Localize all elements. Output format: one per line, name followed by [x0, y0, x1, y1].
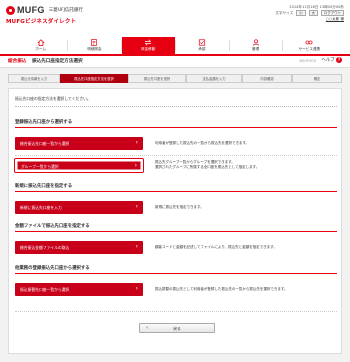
- nav-service[interactable]: サービス連携: [283, 37, 336, 54]
- row-description: 振込先グループ一覧からグループを選択できます。 選択されたグループに所属する全口…: [155, 160, 259, 170]
- logo: MUFG 三菱UFJ信託銀行 MUFGビジネスダイレクト: [6, 5, 83, 25]
- mufg-logo-icon: [6, 5, 15, 15]
- step-4: 支払金額を入力: [186, 74, 242, 83]
- page-category: 総合振込: [8, 59, 27, 64]
- main-panel: 振込先口座の指定方法を選択してください。 登録振込先口座から選択する 総合振込先…: [8, 88, 342, 354]
- document-icon: [91, 39, 98, 46]
- page-titlebar: 総合振込 振込先口座指定方法選択 BSOF003 ヘルプ ?: [0, 54, 350, 68]
- step-3: 振込先口座を選択: [128, 74, 186, 83]
- text-size-label: 文字サイズ: [275, 11, 294, 15]
- nav-label: 明細照会: [87, 47, 102, 51]
- service-icon: [305, 40, 313, 45]
- back-button-label: 戻る: [173, 326, 181, 331]
- service-name: MUFGビジネスダイレクト: [6, 19, 77, 25]
- intro-text: 振込先口座の指定方法を選択してください。: [15, 96, 91, 101]
- step-5: 内容確認: [242, 74, 292, 83]
- nav-approval[interactable]: 承認: [175, 37, 228, 54]
- approval-icon: [198, 39, 205, 46]
- logo-text: MUFG: [17, 5, 45, 15]
- step-1: 振込元情報を入力: [8, 74, 60, 83]
- nav-label: 承認: [198, 47, 206, 51]
- screen-id: BSOF003: [299, 59, 316, 63]
- help-label: ヘルプ: [321, 58, 335, 63]
- bank-name: 三菱UFJ信託銀行: [48, 8, 83, 13]
- home-icon: [37, 39, 45, 46]
- section-heading: 登録振込先口座から選択する: [15, 119, 337, 128]
- amount-file-import-button[interactable]: 総合振込金額ファイルの取込: [15, 241, 143, 254]
- admin-icon: [252, 39, 259, 46]
- page-title: 振込先口座指定方法選択: [32, 59, 83, 64]
- text-size-large-button[interactable]: 大: [308, 10, 319, 16]
- transfer-payee-list-button[interactable]: 振込振替先口座一覧から選択: [15, 283, 143, 296]
- section-heading: 金額ファイルで振込先口座を指定する: [15, 223, 337, 232]
- section-heading: 他業務の登録振込先口座から選択する: [15, 265, 337, 274]
- help-link[interactable]: ヘルプ ?: [321, 57, 342, 63]
- user-name-link[interactable]: ○○太郎 様: [326, 16, 344, 22]
- nav-label: 資金移動: [140, 47, 156, 51]
- row-description-line: 選択されたグループに所属する全口座を振込先として指定します。: [155, 164, 260, 169]
- row-description: 利用者が登録した振込先の一覧から振込先を選択できます。: [155, 141, 250, 145]
- section-heading: 新規に振込先口座を指定する: [15, 183, 337, 192]
- nav-label: サービス連携: [298, 47, 321, 51]
- row-description: 顧客コードと金額を記述してファイルにより、振込先と金額を指定できます。: [155, 245, 277, 249]
- registered-payee-list-button[interactable]: 総合振込先口座一覧から選択: [15, 137, 143, 150]
- new-payee-input-button[interactable]: 新規に振込先口座を入力: [15, 201, 143, 214]
- nav-label: 管理: [252, 47, 260, 51]
- nav-admin[interactable]: 管理: [229, 37, 282, 54]
- back-button[interactable]: ‹ 戻る: [139, 323, 215, 333]
- step-indicator: 振込元情報を入力 振込先口座指定方法を選択 振込先口座を選択 支払金額を入力 内…: [8, 74, 342, 83]
- nav-label: ホーム: [35, 47, 46, 51]
- step-2: 振込先口座指定方法を選択: [60, 74, 128, 83]
- nav-transfer[interactable]: 資金移動: [121, 37, 175, 54]
- text-size-small-button[interactable]: 小: [296, 10, 306, 16]
- help-icon: ?: [336, 57, 342, 63]
- row-description: 振込振替の振込先として利用者が登録した振込先の一覧から振込先を選択できます。: [155, 287, 288, 291]
- nav-statements[interactable]: 明細照会: [68, 37, 121, 54]
- chevron-left-icon: ‹: [146, 325, 148, 331]
- nav-home[interactable]: ホーム: [14, 37, 67, 54]
- utility-area: 2014年11月18日 13時00分00秒 文字サイズ 小 大 ログアウト ○○…: [275, 4, 344, 22]
- header: MUFG 三菱UFJ信託銀行 MUFGビジネスダイレクト 2014年11月18日…: [0, 0, 350, 54]
- global-nav: ホーム 明細照会 資金移動 承認 管理 サービス連携: [14, 37, 336, 54]
- step-6: 確定: [292, 74, 342, 83]
- group-list-button[interactable]: グループ一覧から選択: [15, 159, 143, 172]
- row-description: 新規に振込先を指定できます。: [155, 205, 204, 209]
- transfer-icon: [144, 39, 152, 46]
